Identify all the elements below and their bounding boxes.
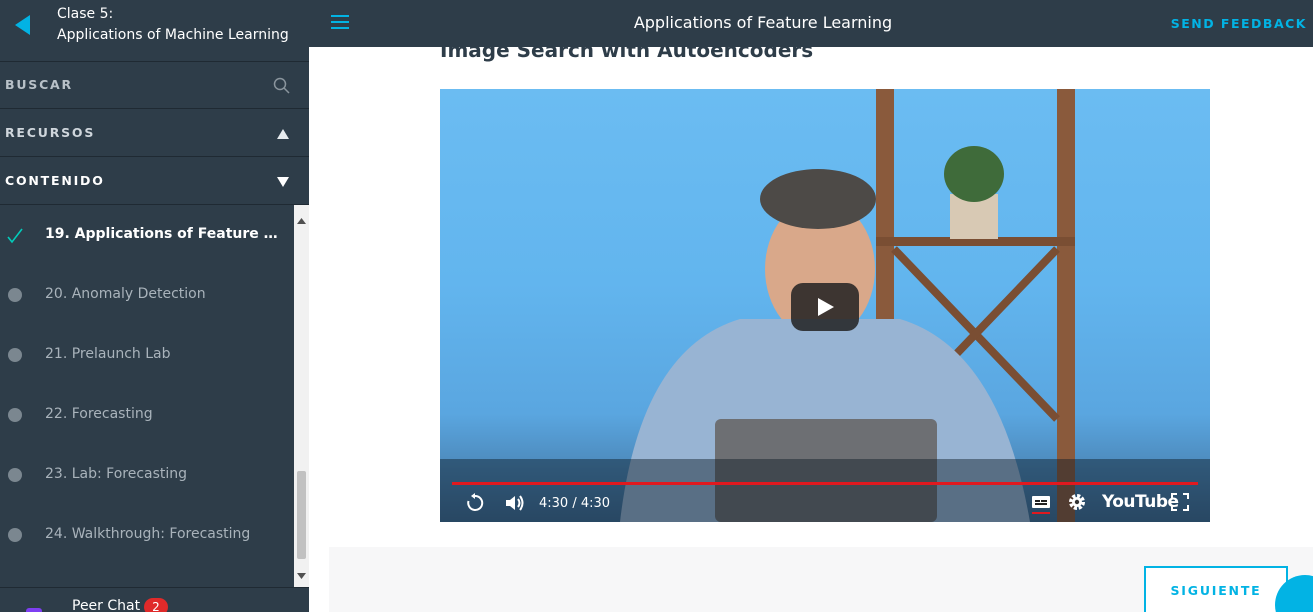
send-feedback-button[interactable]: SEND FEEDBACK: [1171, 16, 1307, 31]
video-progress-bar[interactable]: [452, 482, 1198, 485]
triangle-up-icon: [276, 125, 290, 144]
sidebar-header: Clase 5: Applications of Machine Learnin…: [0, 0, 309, 62]
sidebar: Clase 5: Applications of Machine Learnin…: [0, 0, 309, 612]
scroll-up-arrow-icon[interactable]: [297, 209, 306, 228]
checkmark-icon: [6, 227, 24, 249]
hamburger-menu-icon[interactable]: [331, 14, 349, 34]
resources-row[interactable]: RECURSOS: [0, 109, 309, 157]
play-icon: [818, 298, 834, 316]
pending-dot-icon: [8, 288, 22, 302]
next-button[interactable]: SIGUIENTE: [1144, 566, 1288, 612]
chat-icon: [26, 608, 42, 612]
lesson-item-22[interactable]: 22. Forecasting: [0, 385, 294, 445]
lesson-item-24[interactable]: 24. Walkthrough: Forecasting: [0, 505, 294, 565]
lesson-label: 23. Lab: Forecasting: [45, 466, 188, 482]
lesson-item-20[interactable]: 20. Anomaly Detection: [0, 265, 294, 325]
search-label: BUSCAR: [5, 77, 73, 92]
lesson-item-21[interactable]: 21. Prelaunch Lab: [0, 325, 294, 385]
lesson-label: 20. Anomaly Detection: [45, 286, 206, 302]
lesson-footer: SIGUIENTE: [329, 547, 1313, 612]
lesson-item-23[interactable]: 23. Lab: Forecasting: [0, 445, 294, 505]
resources-label: RECURSOS: [5, 125, 96, 140]
pending-dot-icon: [8, 468, 22, 482]
peer-chat-badge: 2: [144, 598, 168, 612]
scroll-down-arrow-icon[interactable]: [297, 564, 306, 583]
pending-dot-icon: [8, 348, 22, 362]
search-row[interactable]: BUSCAR: [0, 61, 309, 109]
fullscreen-icon[interactable]: [1171, 493, 1189, 515]
pending-dot-icon: [8, 408, 22, 422]
replay-icon[interactable]: [465, 493, 485, 517]
lesson-item-19[interactable]: 19. Applications of Feature Learning: [0, 205, 294, 265]
back-arrow-icon[interactable]: [10, 12, 36, 38]
class-number: Clase 5:: [57, 6, 114, 22]
youtube-logo[interactable]: YouTube: [1102, 492, 1179, 512]
lesson-label: 19. Applications of Feature Learning: [45, 226, 281, 242]
lesson-list: 19. Applications of Feature Learning 20.…: [0, 205, 294, 587]
play-button[interactable]: [791, 283, 859, 331]
peer-chat-row[interactable]: Peer Chat 2: [0, 587, 309, 612]
content-row[interactable]: CONTENIDO: [0, 157, 309, 205]
section-title: Image Search with Autoencoders: [440, 47, 814, 62]
settings-gear-icon[interactable]: [1068, 493, 1086, 515]
lesson-label: 21. Prelaunch Lab: [45, 346, 171, 362]
video-controls: 4:30 / 4:30 YouTube: [440, 489, 1210, 522]
top-bar: Applications of Feature Learning SEND FE…: [309, 0, 1313, 47]
pending-dot-icon: [8, 528, 22, 542]
triangle-down-icon: [276, 173, 290, 192]
class-title: Applications of Machine Learning: [57, 27, 289, 43]
content-label: CONTENIDO: [5, 173, 105, 188]
page-title: Applications of Feature Learning: [633, 13, 893, 32]
video-player[interactable]: 4:30 / 4:30 YouTube: [440, 89, 1210, 522]
video-time: 4:30 / 4:30: [539, 496, 611, 511]
scroll-thumb[interactable]: [297, 471, 306, 559]
lesson-label: 24. Walkthrough: Forecasting: [45, 526, 251, 542]
peer-chat-label: Peer Chat: [72, 598, 141, 612]
lesson-label: 22. Forecasting: [45, 406, 153, 422]
volume-icon[interactable]: [505, 493, 527, 517]
subtitles-icon[interactable]: [1031, 493, 1051, 519]
main-content: Image Search with Autoencoders 4:30 / 4:…: [329, 47, 1313, 612]
lesson-scrollbar[interactable]: [294, 205, 309, 587]
search-icon[interactable]: [273, 77, 290, 98]
